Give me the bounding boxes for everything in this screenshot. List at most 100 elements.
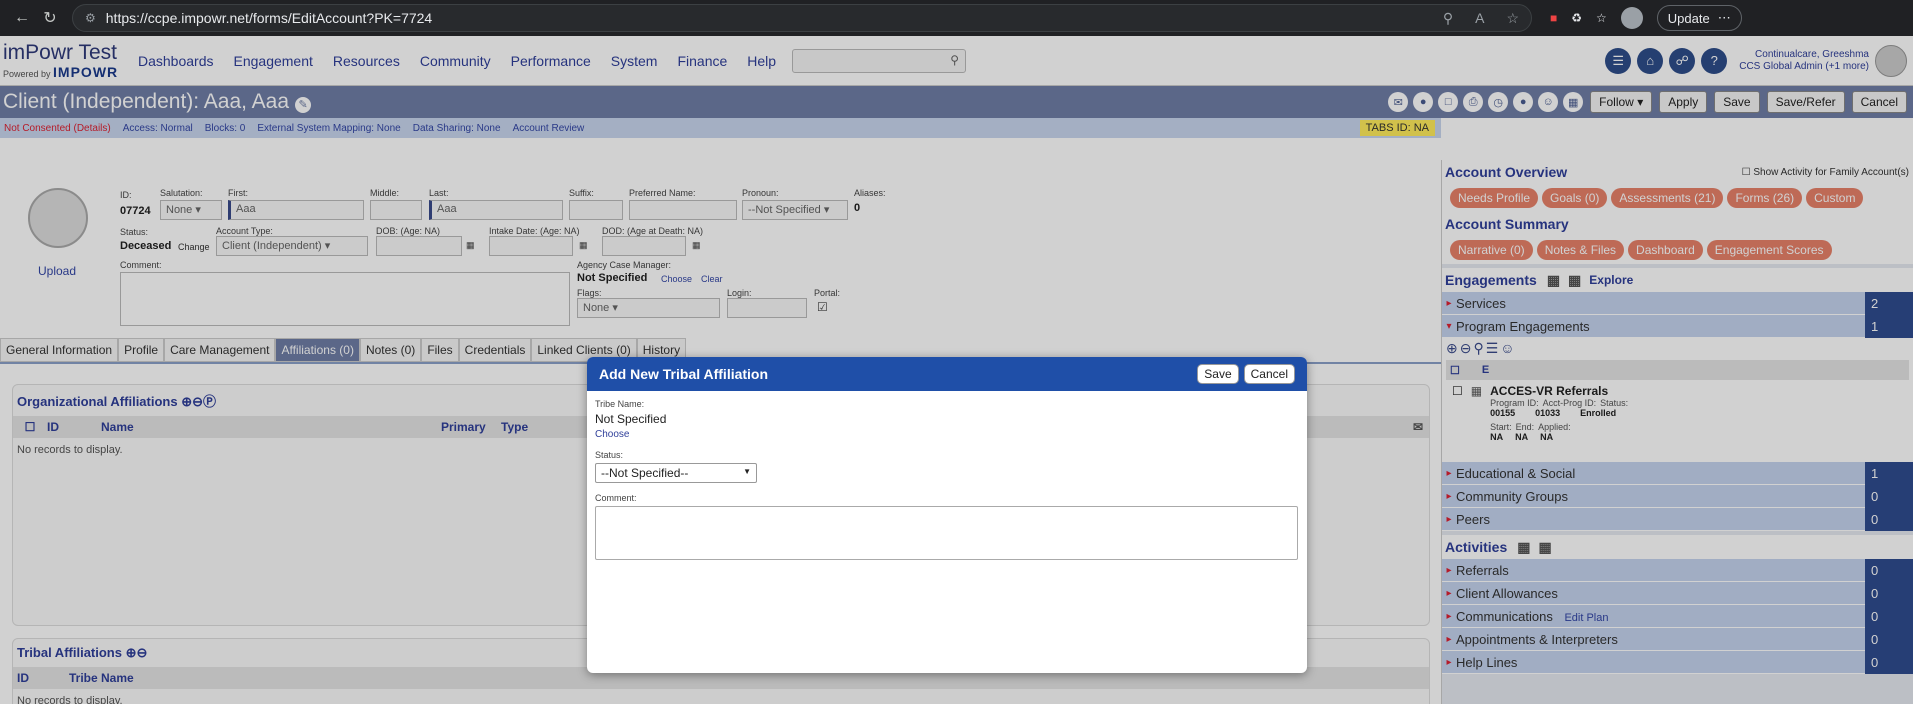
lock-icon[interactable]: ● <box>1513 92 1534 112</box>
dialog-save-button[interactable]: Save <box>1197 364 1239 384</box>
tab-general[interactable]: General Information <box>0 338 119 362</box>
suffix-field[interactable] <box>569 200 623 220</box>
extension-icon[interactable]: ■ <box>1550 11 1557 25</box>
share-icon[interactable]: ☍ <box>1669 47 1696 74</box>
col-tribe-name[interactable]: Tribe Name <box>69 671 134 685</box>
expand-icon[interactable]: ▦ <box>1547 272 1560 289</box>
middle-name-field[interactable] <box>370 200 422 220</box>
salutation-select[interactable]: None ▾ <box>160 200 222 220</box>
user-avatar[interactable] <box>1875 44 1907 77</box>
status-select[interactable]: --Not Specified-- ▼ <box>595 463 757 483</box>
add-icon[interactable]: ⊕ <box>126 645 137 660</box>
site-info-icon[interactable]: ⚙ <box>85 11 96 25</box>
program-name[interactable]: ACCES-VR Referrals <box>1490 384 1628 398</box>
menu-performance[interactable]: Performance <box>511 53 591 69</box>
communications-row[interactable]: ▸ Communications Edit Plan 0 <box>1442 604 1913 628</box>
collapse-icon[interactable]: ▦ <box>1568 272 1581 289</box>
expand-icon[interactable]: ▦ <box>1517 539 1530 556</box>
dod-calendar-icon[interactable]: ▦ <box>692 240 701 251</box>
user-name[interactable]: Continualcare, Greeshma <box>1739 49 1869 61</box>
col-id[interactable]: ID <box>47 420 101 434</box>
flags-select[interactable]: None ▾ <box>577 298 720 318</box>
program-engagements-row[interactable]: ▾ Program Engagements 1 <box>1442 314 1913 338</box>
referrals-row[interactable]: ▸ Referrals 0 <box>1442 558 1913 582</box>
consent-link[interactable]: Not Consented (Details) <box>4 123 111 134</box>
tab-care-management[interactable]: Care Management <box>164 338 276 362</box>
explore-link[interactable]: Explore <box>1589 273 1633 287</box>
remove-icon[interactable]: ⊖ <box>192 394 203 409</box>
intake-calendar-icon[interactable]: ▦ <box>579 240 588 251</box>
edit-plan-link[interactable]: Edit Plan <box>1564 612 1608 624</box>
search-input[interactable]: ⚲ <box>792 48 967 73</box>
data-sharing-link[interactable]: Data Sharing: None <box>413 123 501 134</box>
user-icon[interactable]: ☺ <box>1500 340 1514 356</box>
dob-field[interactable] <box>376 236 462 256</box>
tab-notes[interactable]: Notes (0) <box>359 338 422 362</box>
show-family-checkbox[interactable]: ☐ Show Activity for Family Account(s) <box>1742 167 1909 178</box>
access-link[interactable]: Access: Normal <box>123 123 193 134</box>
edit-title-icon[interactable]: ✎ <box>295 97 312 113</box>
back-icon[interactable]: ← <box>8 4 36 32</box>
search-icon[interactable]: ⚲ <box>950 53 959 67</box>
community-groups-row[interactable]: ▸ Community Groups 0 <box>1442 484 1913 508</box>
email-icon[interactable]: ✉ <box>1413 420 1423 434</box>
custom-button[interactable]: Custom <box>1806 188 1864 208</box>
external-mapping-link[interactable]: External System Mapping: None <box>257 123 400 134</box>
search-icon[interactable]: ⚲ <box>1473 340 1483 357</box>
new-icon[interactable]: Ⓟ <box>203 394 216 409</box>
col-id[interactable]: ID <box>13 671 69 685</box>
reload-icon[interactable]: ↻ <box>36 4 64 32</box>
grid-icon[interactable]: ▦ <box>1563 92 1584 112</box>
email-icon[interactable]: ✉ <box>1388 92 1409 112</box>
list-item[interactable]: ☐ ▦ ACCES-VR Referrals Program ID: Acct-P… <box>1452 384 1903 442</box>
cancel-button[interactable]: Cancel <box>1851 91 1907 113</box>
id-card-icon[interactable]: □ <box>1438 92 1459 112</box>
dashboard-button[interactable]: Dashboard <box>1628 240 1703 260</box>
upload-link[interactable]: Upload <box>38 264 76 278</box>
preferred-name-field[interactable] <box>629 200 737 220</box>
dob-calendar-icon[interactable]: ▦ <box>466 240 475 251</box>
account-type-select[interactable]: Client (Independent) ▾ <box>216 236 368 256</box>
forms-button[interactable]: Forms (26) <box>1727 188 1803 208</box>
menu-help[interactable]: Help <box>747 53 776 69</box>
portal-checkbox[interactable]: ☑ <box>817 300 828 314</box>
col-primary[interactable]: Primary <box>441 420 501 434</box>
first-name-field[interactable]: Aaa <box>228 200 364 220</box>
update-button[interactable]: Update ⋯ <box>1656 5 1742 31</box>
collapse-icon[interactable]: ▦ <box>1538 539 1551 556</box>
pronoun-select[interactable]: --Not Specified ▾ <box>742 200 848 220</box>
apply-button[interactable]: Apply <box>1659 91 1708 113</box>
needs-profile-button[interactable]: Needs Profile <box>1450 188 1539 208</box>
tribe-choose-link[interactable]: Choose <box>595 429 1299 440</box>
blocks-link[interactable]: Blocks: 0 <box>205 123 246 134</box>
services-row[interactable]: ▸ Services 2 <box>1442 291 1913 315</box>
chat-icon[interactable]: ● <box>1413 92 1434 112</box>
account-review-link[interactable]: Account Review <box>513 123 585 134</box>
home-icon[interactable]: ⌂ <box>1637 47 1664 74</box>
row-checkbox[interactable]: ☐ <box>1452 384 1463 442</box>
zoom-icon[interactable]: ⚲ <box>1443 10 1453 27</box>
menu-system[interactable]: System <box>611 53 658 69</box>
col-name[interactable]: Name <box>101 420 441 434</box>
client-allowances-row[interactable]: ▸ Client Allowances 0 <box>1442 581 1913 605</box>
login-field[interactable] <box>727 298 807 318</box>
peers-row[interactable]: ▸ Peers 0 <box>1442 507 1913 531</box>
remove-icon[interactable]: ⊖ <box>137 645 148 660</box>
menu-community[interactable]: Community <box>420 53 491 69</box>
menu-engagement[interactable]: Engagement <box>234 53 313 69</box>
save-refer-button[interactable]: Save/Refer <box>1766 91 1845 113</box>
last-name-field[interactable]: Aaa <box>429 200 563 220</box>
read-aloud-icon[interactable]: A <box>1475 10 1484 27</box>
follow-button[interactable]: Follow ▾ <box>1590 91 1653 113</box>
menu-dashboards[interactable]: Dashboards <box>138 53 214 69</box>
intake-date-field[interactable] <box>489 236 573 256</box>
favorite-star-icon[interactable]: ☆ <box>1506 10 1519 27</box>
appointments-row[interactable]: ▸ Appointments & Interpreters 0 <box>1442 627 1913 651</box>
user-icon[interactable]: ☺ <box>1538 92 1559 112</box>
logo[interactable]: imPowr Test Powered by IMPOWR <box>0 41 125 80</box>
comment-textarea[interactable] <box>595 506 1298 560</box>
save-button[interactable]: Save <box>1714 91 1760 113</box>
printer-icon[interactable]: ⎙ <box>1463 92 1484 112</box>
tab-credentials[interactable]: Credentials <box>458 338 532 362</box>
help-icon[interactable]: ? <box>1701 47 1728 74</box>
